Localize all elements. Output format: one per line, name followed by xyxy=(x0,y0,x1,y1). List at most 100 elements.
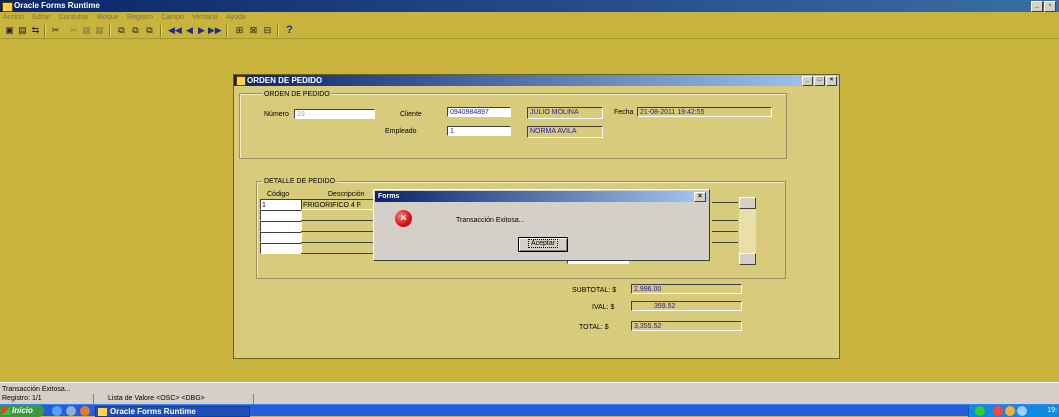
total-label: TOTAL: $ xyxy=(579,324,609,331)
row-divider xyxy=(301,242,376,243)
save-icon[interactable]: ▣ xyxy=(4,25,15,36)
fecha-field[interactable]: 21-08-2011 19:42:55 xyxy=(637,107,772,117)
row-divider xyxy=(301,220,376,221)
detail-scrollbar[interactable] xyxy=(739,197,756,265)
forms-dialog: Forms × × Transacción Exitosa... Aceptar xyxy=(373,189,710,261)
status-bar: Transacción Exitosa... Registro: 1/1 Lis… xyxy=(0,382,1059,404)
subtotal-label: SUBTOTAL: $ xyxy=(572,287,617,294)
execute-query-icon[interactable]: ⧉ xyxy=(130,25,141,36)
dialog-title: Forms xyxy=(378,193,400,200)
table-row-1-codigo[interactable]: 1 xyxy=(260,199,302,210)
tray-icon[interactable] xyxy=(1005,406,1015,416)
delete-record-icon[interactable]: ⊠ xyxy=(248,25,259,36)
row-divider xyxy=(712,242,738,243)
table-cell: FRIGORIFICO 4 F xyxy=(303,202,361,209)
iva-label: IVAL: $ xyxy=(592,304,615,311)
empleado-id-field[interactable]: 1 xyxy=(447,126,511,136)
app-icon xyxy=(2,2,13,12)
minimize-icon[interactable]: _ xyxy=(1031,1,1043,12)
scroll-down-icon[interactable] xyxy=(739,253,756,265)
first-record-icon[interactable]: ◀◀ xyxy=(168,25,182,36)
menu-registro[interactable]: Registro xyxy=(124,12,156,23)
paste-icon[interactable]: ▦ xyxy=(81,25,92,36)
exit-icon[interactable]: ⇆ xyxy=(30,25,41,36)
app-title-bar: Oracle Forms Runtime _ ▫ xyxy=(0,0,1059,12)
menu-consultar[interactable]: Consultar xyxy=(56,12,92,23)
start-label: Inicio xyxy=(12,406,33,415)
menu-ayuda[interactable]: Ayuda xyxy=(223,12,249,23)
table-row-1-descripcion[interactable]: FRIGORIFICO 4 F xyxy=(301,199,376,210)
scroll-up-icon[interactable] xyxy=(739,197,756,209)
dialog-message: Transacción Exitosa... xyxy=(456,217,525,224)
iva-field: 359.52 xyxy=(631,301,742,311)
menu-campo[interactable]: Campo xyxy=(158,12,187,23)
windows-logo-icon xyxy=(2,407,10,415)
table-cell: 1 xyxy=(262,202,266,209)
accept-button[interactable]: Aceptar xyxy=(518,237,568,252)
form-window-title-bar[interactable]: ORDEN DE PEDIDO _ □ × xyxy=(234,75,839,86)
start-button[interactable]: Inicio xyxy=(0,405,44,417)
row-divider xyxy=(712,202,738,203)
numero-field[interactable]: 19 xyxy=(294,109,375,119)
empleado-name-field: NORMA AVILA xyxy=(527,126,603,138)
toolbar: ▣ ▤ ⇆ ✂ ✂ ▦ ▦ ⧉ ⧉ ⧉ ◀◀ ◀ ▶ ▶▶ ⊞ ⊠ ⊟ ? xyxy=(0,23,1059,39)
dialog-title-bar[interactable]: Forms × xyxy=(375,191,708,202)
menu-editar[interactable]: Editar xyxy=(29,12,53,23)
lock-record-icon[interactable]: ⊟ xyxy=(262,25,273,36)
fecha-label: Fecha xyxy=(614,109,634,116)
detail-group-title: DETALLE DE PEDIDO xyxy=(262,177,338,186)
menu-bloque[interactable]: Bloque xyxy=(94,12,122,23)
close-icon[interactable]: × xyxy=(694,192,706,202)
table-row-2-codigo[interactable] xyxy=(260,210,302,221)
status-record: Registro: 1/1 xyxy=(2,395,42,402)
insert-record-icon[interactable]: ⊞ xyxy=(234,25,245,36)
app-title: Oracle Forms Runtime xyxy=(14,1,100,10)
row-divider xyxy=(301,253,376,254)
table-row-5-codigo[interactable] xyxy=(260,243,302,254)
status-message: Transacción Exitosa... xyxy=(2,386,71,393)
clock: 19: xyxy=(1047,407,1057,414)
tray-icon[interactable] xyxy=(993,406,1003,416)
minimize-icon[interactable]: _ xyxy=(802,76,813,86)
table-row-4-codigo[interactable] xyxy=(260,232,302,243)
system-tray: 19: xyxy=(968,405,1059,417)
cancel-query-icon[interactable]: ⧉ xyxy=(144,25,155,36)
status-divider xyxy=(253,394,254,404)
tray-icon[interactable] xyxy=(975,406,985,416)
codigo-column-header: Código xyxy=(267,191,290,198)
copy-icon[interactable]: ✂ xyxy=(68,25,79,36)
error-icon: × xyxy=(395,210,412,227)
form-window-title: ORDEN DE PEDIDO xyxy=(247,76,323,85)
print-icon[interactable]: ▤ xyxy=(17,25,28,36)
enter-query-icon[interactable]: ⧉ xyxy=(116,25,127,36)
help-icon[interactable]: ? xyxy=(284,25,295,36)
cliente-id-field[interactable]: 0940984897 xyxy=(447,107,511,117)
row-divider xyxy=(301,231,376,232)
status-divider xyxy=(93,394,94,404)
accept-button-label: Aceptar xyxy=(527,239,559,248)
paste-alt-icon[interactable]: ▦ xyxy=(94,25,105,36)
last-record-icon[interactable]: ▶▶ xyxy=(208,25,222,36)
taskbar: Inicio Oracle Forms Runtime 19: xyxy=(0,404,1059,417)
taskbar-item-oracle-forms[interactable]: Oracle Forms Runtime xyxy=(95,406,250,417)
desktop-icon[interactable] xyxy=(66,406,76,416)
previous-record-icon[interactable]: ◀ xyxy=(184,25,195,36)
tray-icon[interactable] xyxy=(1017,406,1027,416)
form-icon xyxy=(236,76,246,86)
next-record-icon[interactable]: ▶ xyxy=(196,25,207,36)
cut-icon[interactable]: ✂ xyxy=(50,25,61,36)
descripcion-column-header: Descripción xyxy=(328,191,365,198)
header-group xyxy=(239,93,787,159)
media-icon[interactable] xyxy=(80,406,90,416)
header-group-title: ORDEN DE PEDIDO xyxy=(262,90,332,99)
ie-icon[interactable] xyxy=(52,406,62,416)
table-row-3-codigo[interactable] xyxy=(260,221,302,232)
app-icon xyxy=(98,408,107,416)
empleado-label: Empleado xyxy=(385,128,417,135)
menu-accion[interactable]: Acción xyxy=(0,12,27,23)
close-icon[interactable]: × xyxy=(826,76,837,86)
restore-icon[interactable]: ▫ xyxy=(1044,1,1056,12)
total-field: 3,355.52 xyxy=(631,321,742,331)
menu-ventana[interactable]: Ventana xyxy=(189,12,221,23)
maximize-icon[interactable]: □ xyxy=(814,76,825,86)
